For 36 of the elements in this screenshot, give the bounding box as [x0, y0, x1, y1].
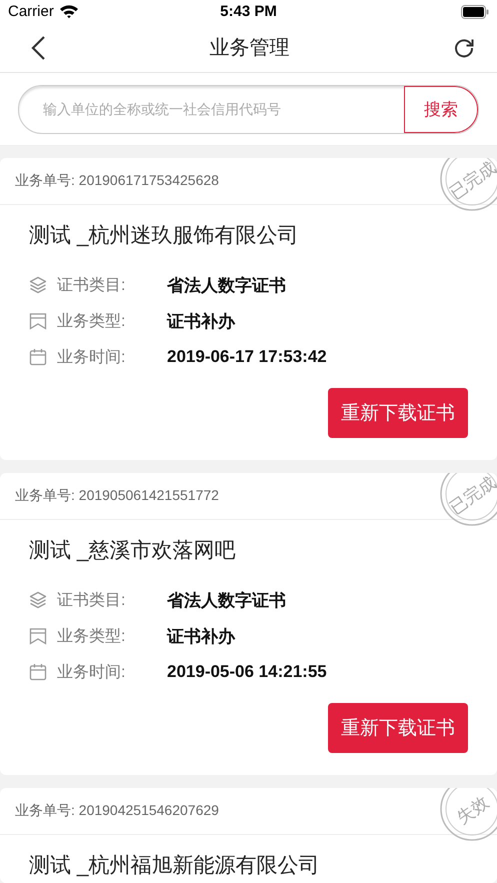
calendar-icon — [29, 663, 47, 681]
record-number: 业务单号: 201905061421551772 — [15, 487, 219, 505]
field-value: 证书补办 — [167, 310, 235, 332]
bookmark-icon — [29, 627, 47, 645]
company-name: 测试 _杭州迷玖服饰有限公司 — [29, 223, 300, 249]
field-label: 证书类目: — [57, 590, 126, 610]
back-icon — [30, 34, 46, 61]
calendar-icon — [29, 348, 47, 366]
refresh-icon — [453, 36, 475, 59]
field-label: 业务类型: — [57, 626, 126, 646]
field-label: 业务时间: — [57, 662, 126, 682]
field-value: 证书补办 — [167, 626, 235, 648]
search-button[interactable]: 搜索 — [404, 86, 478, 133]
field-label: 证书类目: — [57, 276, 126, 296]
field-label: 业务类型: — [57, 312, 126, 332]
wifi-icon — [58, 4, 79, 20]
company-name: 测试 _慈溪市欢落网吧 — [29, 538, 237, 564]
stamp: 失效 — [439, 788, 497, 842]
field-value: 省法人数字证书 — [167, 590, 286, 612]
record-number: 业务单号: 201904251546207629 — [15, 802, 219, 820]
field-value: 2019-05-06 14:21:55 — [167, 662, 327, 682]
redownload-button[interactable]: 重新下载证书 — [328, 703, 468, 753]
bookmark-icon — [29, 312, 47, 330]
carrier-label: Carrier — [8, 3, 54, 20]
layers-icon — [29, 276, 47, 294]
layers-icon — [29, 591, 47, 609]
field-value: 2019-06-17 17:53:42 — [167, 347, 327, 367]
battery-icon — [460, 4, 489, 19]
field-value: 省法人数字证书 — [167, 274, 286, 296]
record-number: 业务单号: 201906171753425628 — [15, 172, 219, 190]
redownload-button[interactable]: 重新下载证书 — [328, 388, 468, 438]
field-label: 业务时间: — [57, 348, 126, 368]
search-field[interactable]: 输入单位的全称或统一社会信用代码号 搜索 — [18, 85, 479, 134]
clock-time: 5:43 PM — [220, 3, 277, 20]
page-title: 业务管理 — [210, 36, 290, 62]
company-name: 测试 _杭州福旭新能源有限公司 — [29, 853, 321, 879]
